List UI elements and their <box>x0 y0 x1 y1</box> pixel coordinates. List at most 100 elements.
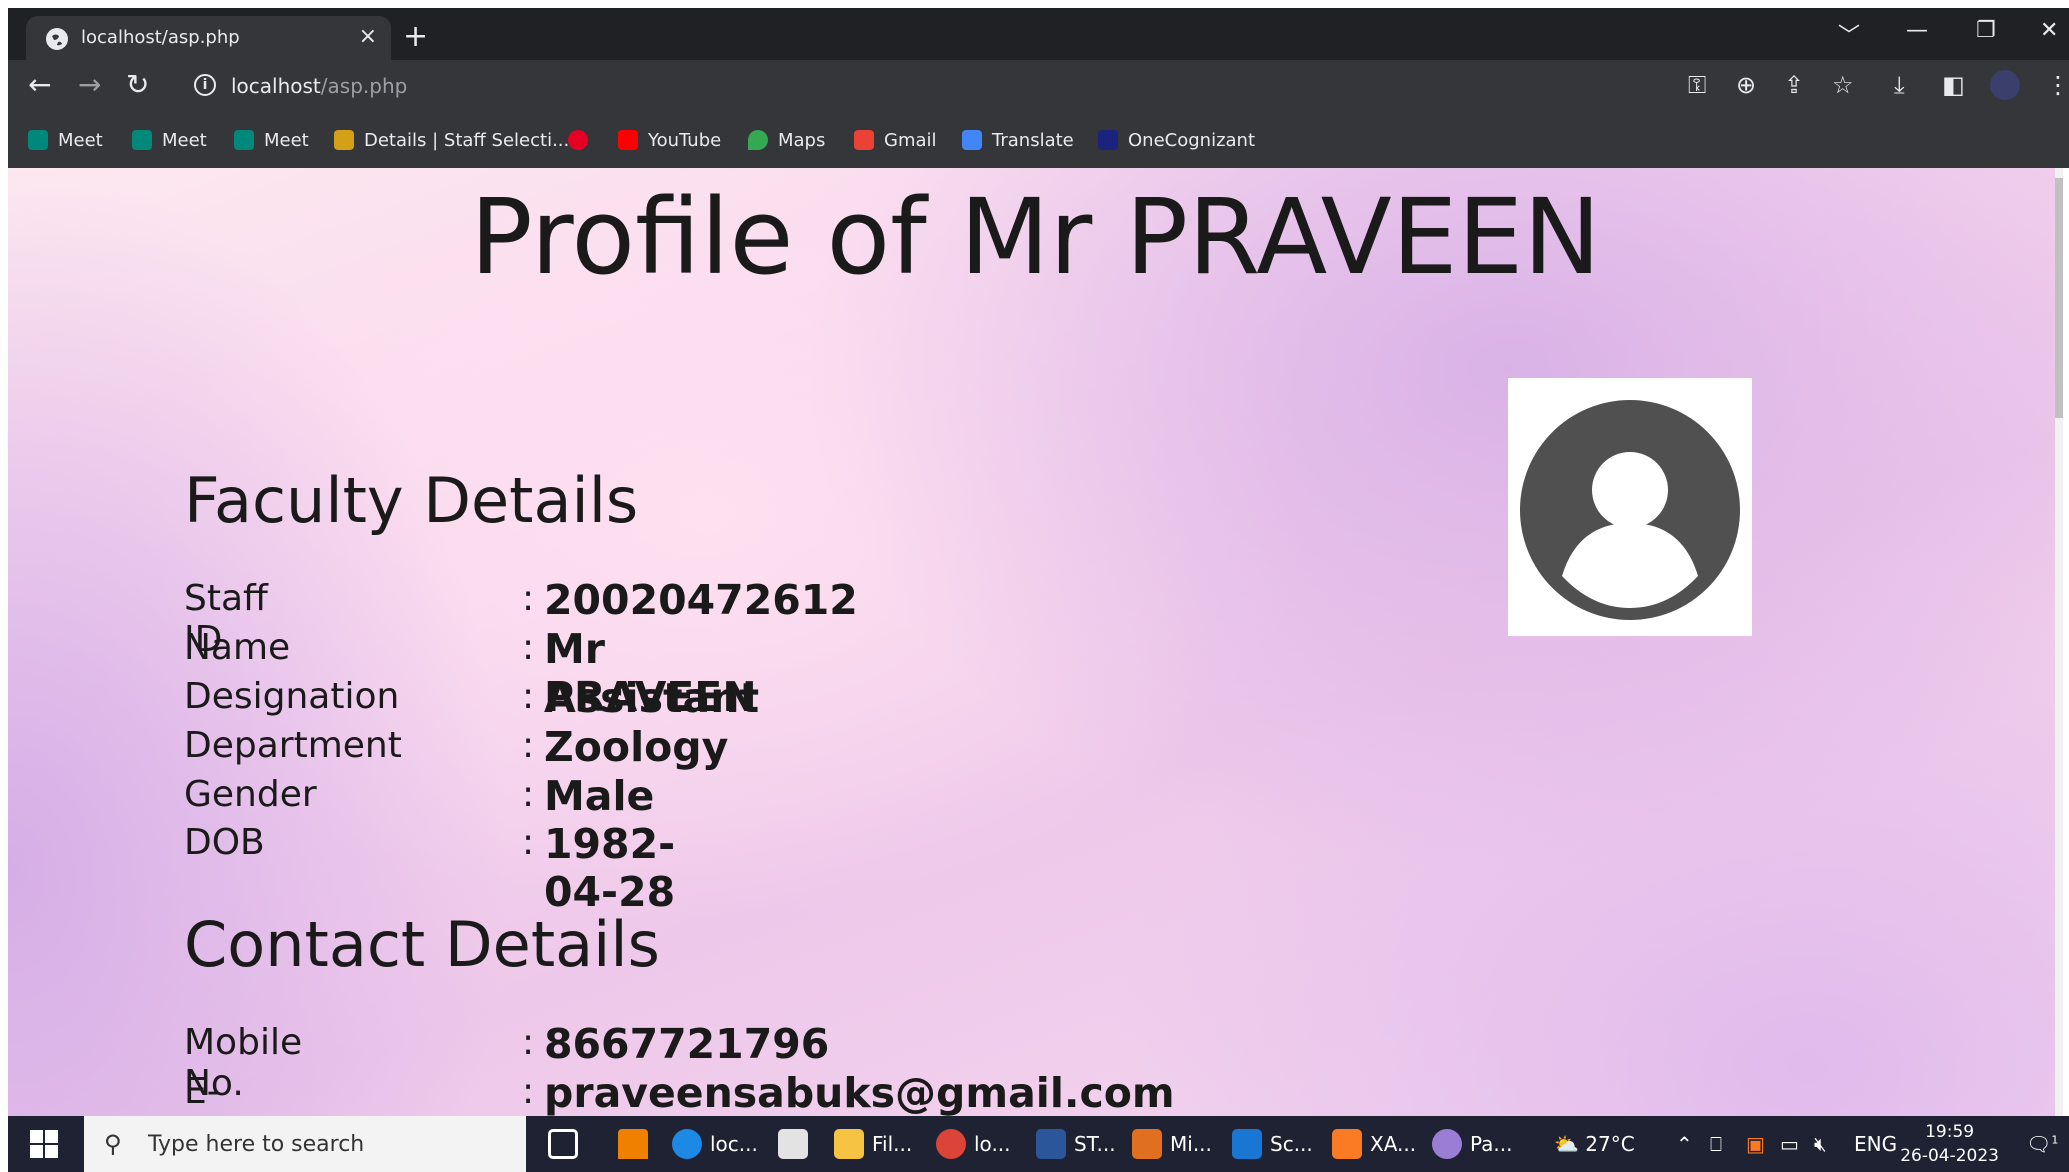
show-hidden-icons[interactable]: ⌃ <box>1676 1132 1693 1156</box>
task-view-button[interactable] <box>548 1126 586 1162</box>
gmail-icon <box>854 130 874 150</box>
taskbar-search-box[interactable]: ⚲ Type here to search <box>84 1116 526 1172</box>
vlc-icon <box>618 1129 648 1159</box>
designation-value: Assistant <box>544 674 760 722</box>
store-icon <box>778 1129 808 1159</box>
meet-icon <box>132 130 152 150</box>
store-button[interactable] <box>778 1126 816 1162</box>
key-icon[interactable]: ⚿ <box>1688 72 1706 98</box>
paint-button[interactable]: Pa... <box>1432 1126 1513 1162</box>
close-tab-icon[interactable]: × <box>359 24 377 49</box>
page-title: Profile of Mr PRAVEEN <box>470 176 1601 298</box>
bookmark-pinterest[interactable] <box>568 128 598 152</box>
download-icon[interactable]: ⤓ <box>1894 72 1905 98</box>
photos-button[interactable]: Sc... <box>1232 1126 1313 1162</box>
windows-taskbar: ⚲ Type here to search loc... Fil... lo..… <box>8 1116 2069 1172</box>
xampp-icon <box>1332 1129 1362 1159</box>
page-scrollbar[interactable] <box>2055 168 2063 1116</box>
contact-details-heading: Contact Details <box>184 908 660 981</box>
photos-icon <box>1232 1129 1262 1159</box>
department-label: Department <box>184 725 402 766</box>
file-explorer-button[interactable]: Fil... <box>834 1126 912 1162</box>
bookmarks-bar: Meet Meet Meet Details | Staff Selecti..… <box>8 112 2069 168</box>
vlc-button[interactable] <box>618 1126 656 1162</box>
dob-value: 1982-04-28 <box>544 820 676 916</box>
battery-icon[interactable]: ▭ <box>1780 1132 1799 1156</box>
page-content: Profile of Mr PRAVEEN Faculty Details St… <box>8 168 2063 1116</box>
email-value: praveensabuks@gmail.com <box>544 1069 1175 1116</box>
tab-search-icon[interactable]: ﹀ <box>1838 18 1860 50</box>
separator: : <box>522 774 535 815</box>
bookmark-staff-selection[interactable]: Details | Staff Selecti... <box>334 128 569 152</box>
scrollbar-thumb[interactable] <box>2055 178 2063 418</box>
bookmark-gmail[interactable]: Gmail <box>854 128 937 152</box>
new-tab-button[interactable]: + <box>403 22 428 52</box>
edge-button[interactable]: loc... <box>672 1126 758 1162</box>
minimize-button[interactable]: — <box>1906 18 1928 43</box>
bookmark-meet-1[interactable]: Meet <box>28 128 103 152</box>
separator: : <box>522 627 535 668</box>
reload-icon[interactable]: ↻ <box>126 70 149 100</box>
windows-start-icon[interactable] <box>30 1130 58 1158</box>
restore-button[interactable]: ❐ <box>1976 18 1996 43</box>
volume-muted-icon[interactable]: 🔇︎ <box>1814 1132 1827 1156</box>
side-panel-icon[interactable]: ◧ <box>1942 72 1965 98</box>
share-icon[interactable]: ⇪ <box>1784 72 1804 98</box>
bookmark-onecognizant[interactable]: OneCognizant <box>1098 128 1255 152</box>
back-icon[interactable]: ← <box>28 70 51 100</box>
search-icon: ⚲ <box>104 1130 122 1158</box>
bookmark-meet-3[interactable]: Meet <box>234 128 309 152</box>
system-clock[interactable]: 19:59 26-04-2023 <box>1900 1120 1999 1168</box>
bookmark-translate[interactable]: Translate <box>962 128 1074 152</box>
tab-strip: localhost/asp.php × + ﹀ — ❐ ✕ <box>8 8 2069 60</box>
bookmark-star-icon[interactable]: ☆ <box>1832 72 1854 98</box>
address-bar[interactable]: i localhost/asp.php <box>176 66 1736 106</box>
separator: : <box>522 1071 535 1112</box>
dob-label: DOB <box>184 822 265 863</box>
clock-date: 26-04-2023 <box>1900 1146 1999 1166</box>
word-icon <box>1036 1129 1066 1159</box>
file-explorer-icon <box>834 1129 864 1159</box>
user-avatar-icon <box>1520 400 1740 620</box>
paint-icon <box>1432 1129 1462 1159</box>
separator: : <box>522 1022 535 1063</box>
pinterest-icon <box>568 130 588 150</box>
browser-tab[interactable]: localhost/asp.php × <box>26 16 391 60</box>
notifications-icon[interactable]: 🗨︎1 <box>2026 1132 2058 1156</box>
staff-selection-icon <box>334 130 354 150</box>
menu-icon[interactable]: ⋮ <box>2046 72 2069 98</box>
maps-icon <box>748 130 768 150</box>
chrome-button[interactable]: lo... <box>936 1126 1011 1162</box>
language-indicator[interactable]: ENG <box>1854 1132 1897 1156</box>
separator: : <box>522 578 535 619</box>
meet-now-icon[interactable]: ⎕ <box>1710 1132 1722 1156</box>
tab-title: localhost/asp.php <box>81 27 240 48</box>
gender-value: Male <box>544 772 655 820</box>
clock-time: 19:59 <box>1925 1122 1975 1142</box>
browser-window: localhost/asp.php × + ﹀ — ❐ ✕ ← → ↻ i lo… <box>8 8 2069 168</box>
designation-label: Designation <box>184 676 400 717</box>
gender-label: Gender <box>184 774 317 815</box>
zoom-icon[interactable]: ⊕ <box>1736 72 1756 98</box>
word-button[interactable]: ST... <box>1036 1126 1116 1162</box>
info-icon[interactable]: i <box>194 74 216 96</box>
access-icon <box>1132 1129 1162 1159</box>
close-window-button[interactable]: ✕ <box>2040 18 2058 43</box>
forward-icon[interactable]: → <box>78 70 101 100</box>
search-placeholder: Type here to search <box>148 1132 365 1157</box>
profile-photo <box>1508 378 1752 636</box>
separator: : <box>522 725 535 766</box>
weather-widget[interactable]: ⛅ 27°C <box>1554 1132 1635 1156</box>
weather-icon: ⛅ <box>1554 1132 1579 1156</box>
xampp-tray-icon[interactable]: ▣ <box>1746 1132 1765 1156</box>
department-value: Zoology <box>544 723 729 771</box>
access-button[interactable]: Mi... <box>1132 1126 1212 1162</box>
meet-icon <box>234 130 254 150</box>
bookmark-youtube[interactable]: YouTube <box>618 128 721 152</box>
bookmark-maps[interactable]: Maps <box>748 128 825 152</box>
xampp-button[interactable]: XA... <box>1332 1126 1416 1162</box>
chrome-icon <box>936 1129 966 1159</box>
profile-avatar-icon[interactable] <box>1990 70 2020 100</box>
edge-icon <box>672 1129 702 1159</box>
bookmark-meet-2[interactable]: Meet <box>132 128 207 152</box>
